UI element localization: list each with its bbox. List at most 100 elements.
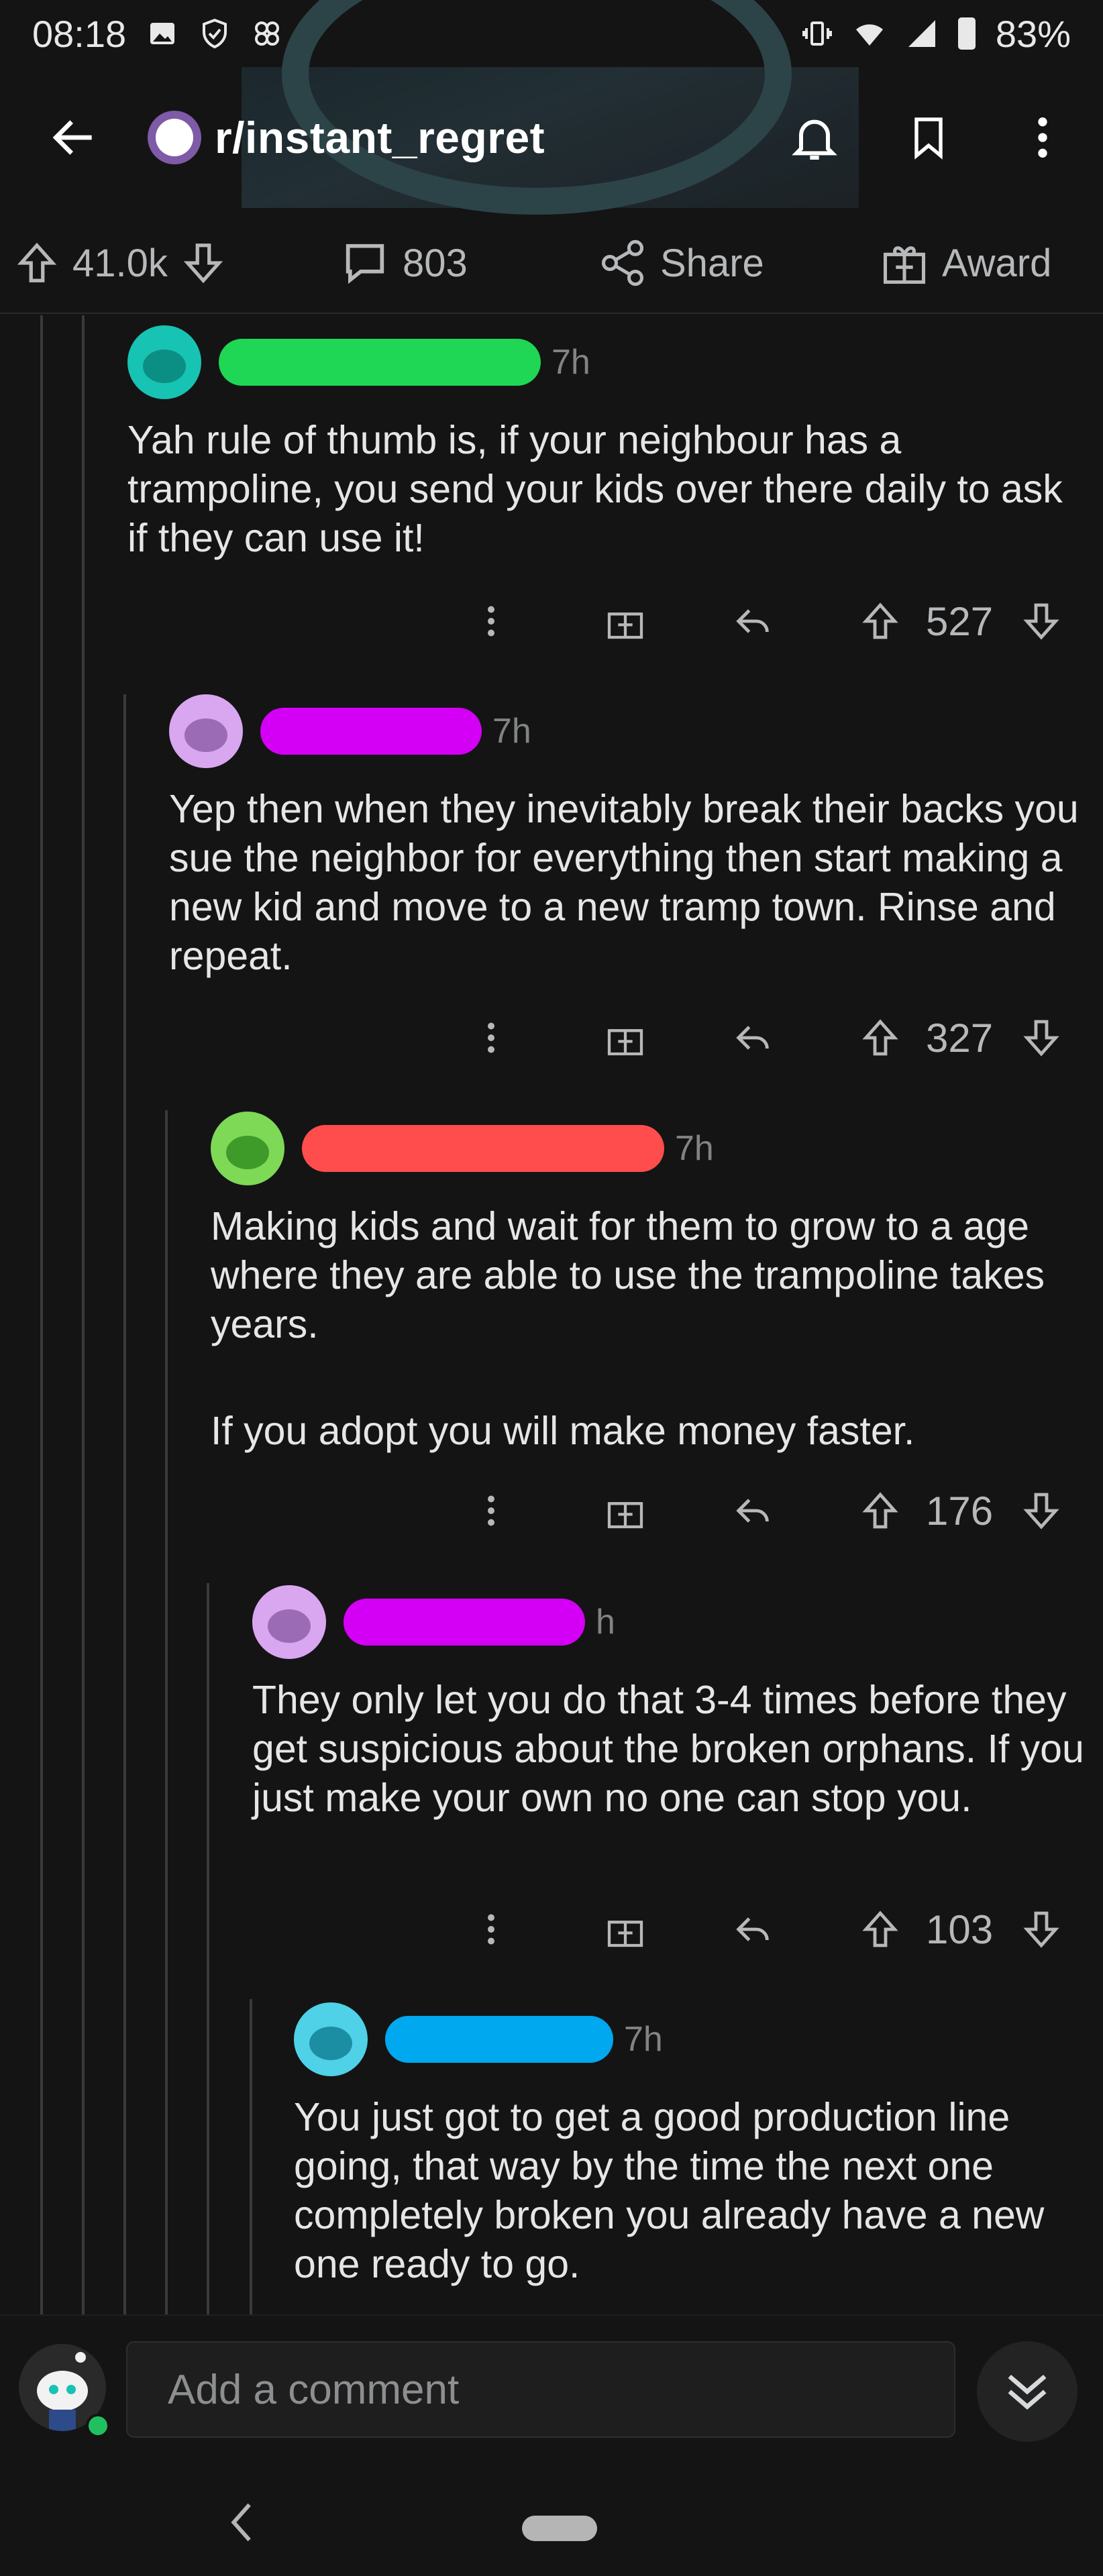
- comment-more-button[interactable]: [484, 1491, 498, 1531]
- wifi-icon: [855, 24, 883, 46]
- comment-award-button[interactable]: [604, 1489, 647, 1532]
- post-action-bar: 41.0k 803 Share Award: [0, 213, 1103, 314]
- back-button[interactable]: [40, 104, 107, 171]
- reply-icon: [736, 1917, 769, 1941]
- upvote-icon: [862, 602, 898, 639]
- comment-downvote-button[interactable]: [1020, 1908, 1063, 1951]
- comment-actions: 103: [470, 1896, 1073, 1963]
- comment-score: 327: [926, 1015, 994, 1061]
- upvote-icon: [862, 1911, 898, 1947]
- double-chevron-down-icon: [1008, 2374, 1047, 2410]
- more-vertical-icon: [488, 1495, 494, 1526]
- comment: 7h Making kids and wait for them to grow…: [211, 1108, 1083, 1456]
- comment-downvote-button[interactable]: [1020, 1489, 1063, 1532]
- username-redaction: [219, 339, 541, 386]
- comment-reply-button[interactable]: [731, 600, 774, 643]
- comment-actions: 176: [470, 1477, 1073, 1544]
- more-vertical-icon: [488, 606, 494, 637]
- username-redaction: [385, 2016, 613, 2063]
- comment-more-button[interactable]: [484, 1909, 498, 1949]
- user-avatar[interactable]: [169, 694, 243, 768]
- system-back-button[interactable]: [215, 2489, 268, 2556]
- user-avatar[interactable]: [127, 325, 201, 399]
- comment-more-button[interactable]: [484, 601, 498, 641]
- reply-icon: [736, 1026, 769, 1050]
- gift-icon: [607, 1921, 643, 1947]
- gift-icon: [607, 1502, 643, 1529]
- comment-downvote-button[interactable]: [1020, 1016, 1063, 1059]
- comment-score: 103: [926, 1907, 994, 1952]
- collapse-comments-button[interactable]: [977, 2341, 1078, 2442]
- comment: h They only let you do that 3-4 times be…: [252, 1582, 1084, 1823]
- downvote-icon: [1023, 1020, 1059, 1057]
- comment-upvote-button[interactable]: [859, 1016, 902, 1059]
- more-vertical-icon: [488, 1022, 494, 1053]
- comment-award-button[interactable]: [604, 1016, 647, 1059]
- comment-actions: 527: [470, 588, 1073, 655]
- home-pill-button[interactable]: [522, 2516, 597, 2541]
- top-bar: r/instant_regret: [0, 67, 1103, 208]
- comment-body: Making kids and wait for them to grow to…: [211, 1204, 1045, 1453]
- user-avatar[interactable]: [211, 1112, 284, 1185]
- thread-line[interactable]: [82, 315, 85, 2314]
- save-button[interactable]: [895, 104, 962, 171]
- comment-score: 176: [926, 1488, 994, 1534]
- comment-more-button[interactable]: [484, 1018, 498, 1058]
- thread-line[interactable]: [40, 315, 43, 2314]
- award-label: Award: [942, 241, 1052, 285]
- comment-input[interactable]: [126, 2341, 955, 2438]
- comment-reply-button[interactable]: [731, 1016, 774, 1059]
- post-vote-group: 41.0k: [13, 239, 227, 286]
- more-vertical-icon: [488, 1914, 494, 1945]
- comment-award-button[interactable]: [604, 1908, 647, 1951]
- user-avatar[interactable]: [294, 2002, 368, 2076]
- comment: 7h Yep then when they inevitably break t…: [169, 691, 1082, 981]
- comment-upvote-button[interactable]: [859, 1908, 902, 1951]
- thread-line[interactable]: [123, 694, 126, 2314]
- share-button[interactable]: Share: [597, 237, 764, 288]
- comment-time: h: [596, 1603, 615, 1642]
- comment-time: 7h: [624, 2020, 663, 2059]
- comment-upvote-button[interactable]: [859, 1489, 902, 1532]
- comment-reply-button[interactable]: [731, 1908, 774, 1951]
- battery-icon: [957, 17, 976, 50]
- user-avatar[interactable]: [252, 1585, 326, 1659]
- gift-icon: [883, 246, 926, 284]
- gallery-icon: [150, 23, 175, 44]
- comment-award-button[interactable]: [604, 600, 647, 643]
- reply-icon: [736, 1499, 769, 1523]
- username-redaction: [302, 1125, 664, 1172]
- shield-icon: [203, 18, 227, 49]
- share-icon: [601, 239, 644, 286]
- downvote-icon: [1023, 1911, 1059, 1948]
- bell-icon: [792, 119, 837, 160]
- comment-upvote-button[interactable]: [859, 600, 902, 643]
- comment-time: 7h: [492, 712, 531, 751]
- downvote-icon[interactable]: [180, 239, 227, 286]
- comment-actions: 327: [470, 1004, 1073, 1071]
- system-nav-bar: [0, 2469, 1103, 2576]
- gift-icon: [607, 1029, 643, 1056]
- subreddit-avatar[interactable]: [148, 111, 201, 164]
- comment-time: 7h: [552, 343, 590, 382]
- gift-icon: [607, 612, 643, 639]
- award-button[interactable]: Award: [879, 237, 1051, 288]
- downvote-icon: [1023, 603, 1059, 640]
- vibrate-icon: [802, 21, 832, 46]
- comment-body: You just got to get a good production li…: [294, 2095, 1045, 2286]
- thread-line[interactable]: [207, 1583, 209, 2314]
- battery-percent: 83%: [995, 12, 1071, 55]
- downvote-icon: [1023, 1493, 1059, 1529]
- comment: 7h You just got to get a good production…: [294, 1999, 1086, 2289]
- more-options-button[interactable]: [1009, 104, 1076, 171]
- upvote-icon[interactable]: [13, 239, 60, 286]
- comment-reply-button[interactable]: [731, 1489, 774, 1532]
- thread-line[interactable]: [250, 1999, 252, 2314]
- reply-icon: [736, 609, 769, 633]
- comment-downvote-button[interactable]: [1020, 600, 1063, 643]
- notifications-button[interactable]: [781, 104, 848, 171]
- username-redaction: [344, 1599, 585, 1646]
- comments-button[interactable]: 803: [339, 237, 468, 288]
- thread-line[interactable]: [165, 1110, 168, 2314]
- subreddit-name[interactable]: r/instant_regret: [215, 112, 545, 163]
